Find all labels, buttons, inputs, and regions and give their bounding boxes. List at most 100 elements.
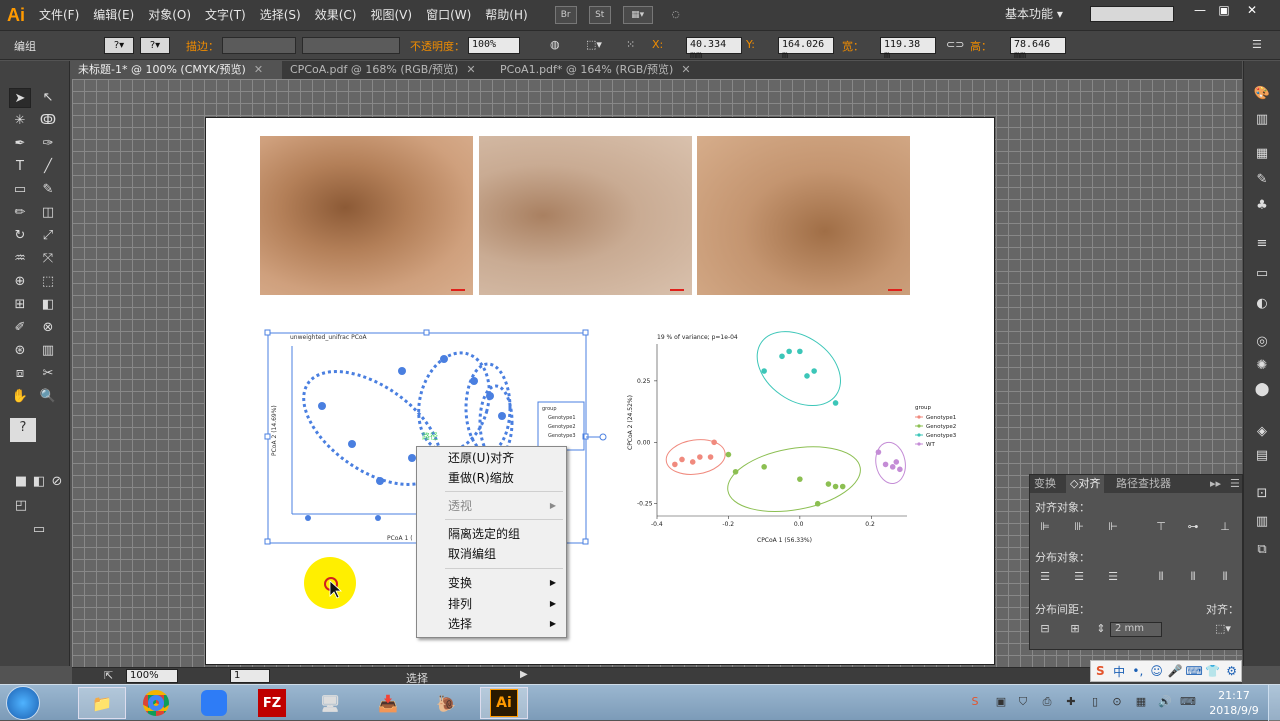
- panel-menu-icon[interactable]: ☰: [1226, 475, 1244, 493]
- layers-icon[interactable]: ◈: [1252, 423, 1272, 441]
- file-explorer-icon[interactable]: 📁: [78, 687, 126, 719]
- artboards-icon[interactable]: ▤: [1252, 447, 1272, 465]
- transform-icon[interactable]: ⊡: [1252, 485, 1272, 503]
- artboard-number-field[interactable]: 1: [230, 669, 270, 683]
- eyedropper-icon[interactable]: ✐: [9, 318, 31, 338]
- sogou-tray-icon[interactable]: S: [968, 695, 982, 709]
- usb-tray-icon[interactable]: ▯: [1088, 695, 1102, 709]
- artboard-icon[interactable]: ⧈: [9, 364, 31, 384]
- help-search-input[interactable]: [1090, 6, 1174, 22]
- antivirus-tray-icon[interactable]: ✚: [1064, 695, 1078, 709]
- tab-cpcoa[interactable]: CPCoA.pdf @ 168% (RGB/预览) ✕: [284, 61, 492, 79]
- restore-button[interactable]: ▣: [1212, 3, 1236, 19]
- system-clock[interactable]: 21:17 2018/9/9: [1204, 688, 1264, 718]
- stroke-icon[interactable]: ≡: [1252, 235, 1272, 253]
- height-label[interactable]: 高：: [970, 38, 992, 54]
- tab-untitled[interactable]: 未标题-1* @ 100% (CMYK/预览) ✕: [72, 61, 282, 79]
- distribute-horizontal-space-icon[interactable]: ⊞: [1066, 621, 1084, 637]
- align-right-icon[interactable]: ⊩: [1104, 519, 1122, 535]
- hand-icon[interactable]: ✋: [9, 387, 31, 407]
- tab-pathfinder[interactable]: 路径查找器: [1112, 475, 1175, 493]
- rectangle-tool-icon[interactable]: ▭: [9, 180, 31, 200]
- brushes-icon[interactable]: ✎: [1252, 171, 1272, 189]
- artboard-navigate-icon[interactable]: ⇱: [104, 669, 113, 682]
- lasso-icon[interactable]: ↂ: [37, 111, 59, 131]
- spacing-field[interactable]: 2 mm: [1110, 622, 1162, 637]
- fill-stroke-swatch-icon[interactable]: ?: [10, 418, 36, 442]
- filezilla-icon[interactable]: FZ: [248, 687, 296, 719]
- snail-app-icon[interactable]: 🐌: [422, 687, 470, 719]
- ime-voice-icon[interactable]: 🎤: [1166, 664, 1185, 678]
- column-graph-icon[interactable]: ▥: [37, 341, 59, 361]
- start-button-icon[interactable]: [6, 686, 40, 720]
- rotate-icon[interactable]: ↻: [9, 226, 31, 246]
- align-horizontal-center-icon[interactable]: ⊪: [1070, 519, 1088, 535]
- remote-desktop-icon[interactable]: 🖥: [306, 687, 354, 719]
- illustrator-taskbar-icon[interactable]: Ai: [480, 687, 528, 719]
- printer-tray-icon[interactable]: ⎙: [1040, 695, 1054, 709]
- gradient-icon[interactable]: ▭: [1252, 265, 1272, 283]
- menu-select[interactable]: 选择(S): [253, 0, 308, 30]
- type-tool-icon[interactable]: T: [9, 157, 31, 177]
- menu-type[interactable]: 文字(T): [198, 0, 253, 30]
- symbol-sprayer-icon[interactable]: ⊛: [9, 341, 31, 361]
- recolor-artwork-icon[interactable]: ◍: [550, 38, 560, 51]
- ime-emoji-icon[interactable]: ☺: [1147, 664, 1166, 678]
- none-mode-icon[interactable]: ⊘: [46, 472, 68, 492]
- opacity-label[interactable]: 不透明度：: [410, 38, 465, 54]
- distribute-horizontal-center-icon[interactable]: ⫴: [1184, 569, 1202, 585]
- stroke-label[interactable]: 描边：: [186, 38, 219, 54]
- y-label[interactable]: Y:: [746, 38, 755, 51]
- align-bottom-icon[interactable]: ⊥: [1216, 519, 1234, 535]
- align-vertical-center-icon[interactable]: ⊶: [1184, 519, 1202, 535]
- direct-selection-tool-icon[interactable]: ↖: [37, 88, 59, 108]
- distribute-vertical-space-icon[interactable]: ⊟: [1036, 621, 1054, 637]
- menu-item-select[interactable]: 选择 ▶: [417, 614, 566, 634]
- ime-chinese-mode[interactable]: 中: [1110, 663, 1129, 680]
- distribute-left-icon[interactable]: ⫴: [1152, 569, 1170, 585]
- menu-item-undo[interactable]: 还原(U)对齐: [417, 448, 566, 468]
- selection-tool-icon[interactable]: ➤: [9, 88, 31, 108]
- arrange-documents-icon[interactable]: ▦▾: [622, 6, 653, 24]
- menu-edit[interactable]: 编辑(E): [86, 0, 141, 30]
- gradient-icon[interactable]: ◧: [37, 295, 59, 315]
- fill-swatch[interactable]: ?▾: [104, 37, 134, 54]
- ime-settings-icon[interactable]: ⚙: [1222, 664, 1241, 678]
- volume-tray-icon[interactable]: 🔊: [1158, 695, 1172, 709]
- tab-align[interactable]: ◇对齐: [1066, 475, 1105, 493]
- app-icon[interactable]: 📥: [364, 687, 412, 719]
- ime-punctuation-icon[interactable]: •,: [1129, 664, 1148, 678]
- spacing-stepper[interactable]: ⇕: [1094, 621, 1108, 637]
- close-button[interactable]: ✕: [1240, 3, 1264, 19]
- network-tray-icon[interactable]: ▦: [1134, 695, 1148, 709]
- align-left-icon[interactable]: ⊫: [1036, 519, 1054, 535]
- free-transform-icon[interactable]: ⤧: [37, 249, 59, 269]
- stroke-weight-field[interactable]: [222, 37, 296, 54]
- brush-definition-field[interactable]: [302, 37, 400, 54]
- rotate-handle[interactable]: [599, 433, 607, 441]
- security-tray-icon[interactable]: ⛉: [1016, 695, 1030, 709]
- width-field[interactable]: 119.38 m: [880, 37, 936, 61]
- eraser-icon[interactable]: ◫: [37, 203, 59, 223]
- show-desktop-button[interactable]: [1268, 685, 1280, 721]
- menu-window[interactable]: 窗口(W): [419, 0, 478, 30]
- swatches-icon[interactable]: ▦: [1252, 145, 1272, 163]
- menu-view[interactable]: 视图(V): [363, 0, 419, 30]
- zoom-field[interactable]: 100%: [126, 669, 178, 683]
- close-tab-icon[interactable]: ✕: [681, 63, 690, 76]
- height-field[interactable]: 78.646 mm: [1010, 37, 1066, 61]
- tab-transform[interactable]: 变换: [1030, 475, 1060, 493]
- align-to-icon[interactable]: ⬚▾: [586, 38, 602, 51]
- distribute-top-icon[interactable]: ☰: [1036, 569, 1054, 585]
- mesh-icon[interactable]: ⊞: [9, 295, 31, 315]
- panel-collapse-icon[interactable]: ▸▸: [1206, 475, 1225, 493]
- paintbrush-icon[interactable]: ✎: [37, 180, 59, 200]
- opacity-field[interactable]: 100%: [468, 37, 520, 54]
- menu-item-transform[interactable]: 变换 ▶: [417, 573, 566, 593]
- feishu-icon[interactable]: [190, 687, 238, 719]
- zoom-icon[interactable]: 🔍: [37, 387, 59, 407]
- workspace-switcher[interactable]: 基本功能 ▾: [1005, 5, 1063, 22]
- curvature-icon[interactable]: ✑: [37, 134, 59, 154]
- close-tab-icon[interactable]: ✕: [466, 63, 475, 76]
- constrain-proportions-icon[interactable]: ⊂⊃: [946, 38, 964, 51]
